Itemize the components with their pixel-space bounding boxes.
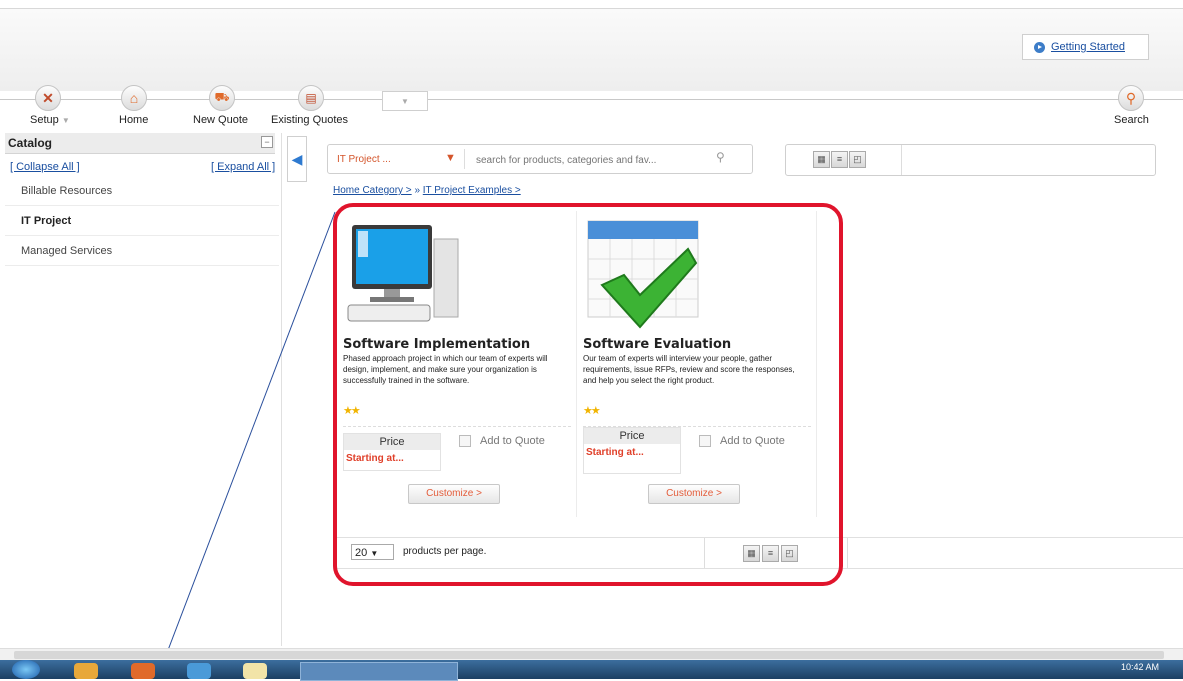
header-bar bbox=[0, 8, 1183, 91]
folder-icon[interactable] bbox=[243, 663, 267, 679]
product-title[interactable]: Software Implementation bbox=[343, 337, 530, 352]
existing-quotes-button[interactable]: ▤ bbox=[298, 85, 324, 111]
category-select[interactable]: IT Project ... bbox=[337, 154, 391, 165]
pager-divider bbox=[704, 538, 705, 568]
product-description: Phased approach project in which our tea… bbox=[343, 354, 548, 385]
collapse-sidebar-button[interactable]: ◀ bbox=[287, 136, 307, 182]
price-label: Price bbox=[584, 428, 680, 444]
price-value: Starting at... bbox=[346, 453, 404, 464]
computer-icon bbox=[347, 225, 459, 322]
view-toolbar: ▦ ≡ ◰ bbox=[785, 144, 1156, 176]
compare-view-icon[interactable]: ◰ bbox=[849, 151, 866, 168]
per-page-select[interactable]: 20 ▼ bbox=[351, 544, 394, 560]
breadcrumb: Home Category > » IT Project Examples > bbox=[333, 185, 521, 196]
start-button-icon[interactable] bbox=[12, 660, 40, 679]
calendar-check-icon bbox=[587, 220, 699, 329]
getting-started-link[interactable]: Getting Started bbox=[1022, 34, 1149, 60]
add-to-quote-checkbox[interactable]: Add to Quote bbox=[699, 435, 785, 447]
checkbox-icon[interactable] bbox=[699, 435, 711, 447]
grid-view-icon[interactable]: ▦ bbox=[813, 151, 830, 168]
existing-quotes-label[interactable]: Existing Quotes bbox=[271, 114, 348, 126]
minimize-icon[interactable]: − bbox=[261, 136, 273, 148]
play-icon bbox=[1034, 41, 1045, 53]
getting-started-label[interactable]: Getting Started bbox=[1051, 41, 1125, 53]
clock[interactable]: 10:42 AM bbox=[1121, 662, 1159, 672]
breadcrumb-home[interactable]: Home Category > bbox=[333, 185, 412, 196]
view-toolbar-divider bbox=[901, 145, 902, 175]
search-input[interactable] bbox=[474, 152, 708, 168]
search-label[interactable]: Search bbox=[1114, 114, 1149, 126]
sidebar-item-managed-services[interactable]: Managed Services bbox=[5, 237, 279, 266]
home-icon: ⌂ bbox=[121, 85, 147, 111]
list-view-icon[interactable]: ≡ bbox=[831, 151, 848, 168]
pager-divider bbox=[847, 538, 848, 568]
search-button[interactable]: ⚲ bbox=[1118, 85, 1144, 111]
customize-button[interactable]: Customize > bbox=[648, 484, 740, 504]
price-value: Starting at... bbox=[586, 447, 644, 458]
compare-view-icon[interactable]: ◰ bbox=[781, 545, 798, 562]
per-page-label: products per page. bbox=[403, 546, 487, 557]
wrench-icon: ✕ bbox=[35, 85, 61, 111]
firefox-icon[interactable] bbox=[131, 663, 155, 679]
toolbar-dropdown[interactable]: ▼ bbox=[382, 91, 428, 111]
product-card: Software Evaluation Our team of experts … bbox=[578, 211, 817, 517]
price-box: Price Starting at... bbox=[343, 433, 441, 471]
customize-button[interactable]: Customize > bbox=[408, 484, 500, 504]
cart-icon: ⛟ bbox=[209, 85, 235, 111]
quotes-icon: ▤ bbox=[298, 85, 324, 111]
setup-label[interactable]: Setup ▼ bbox=[30, 114, 70, 126]
price-box: Price Starting at... bbox=[583, 427, 681, 474]
sidebar-item-it-project[interactable]: IT Project bbox=[5, 207, 279, 236]
pager-bar: 20 ▼ products per page. ▦ ≡ ◰ bbox=[333, 537, 1183, 569]
catalog-header: Catalog − bbox=[5, 133, 275, 154]
collapse-all-link[interactable]: [ Collapse All ] bbox=[10, 161, 80, 173]
catalog-sidebar: Catalog − [ Collapse All ] [ Expand All … bbox=[5, 133, 282, 646]
add-to-quote-checkbox[interactable]: Add to Quote bbox=[459, 435, 545, 447]
explorer-icon[interactable] bbox=[74, 663, 98, 679]
setup-button[interactable]: ✕ bbox=[35, 85, 61, 111]
rating-stars-icon: ★★ bbox=[343, 405, 361, 417]
grid-view-icon[interactable]: ▦ bbox=[743, 545, 760, 562]
catalog-title: Catalog bbox=[8, 136, 53, 150]
taskbar: 10:42 AM bbox=[0, 660, 1183, 681]
chevron-left-icon: ◀ bbox=[291, 150, 303, 167]
card-divider bbox=[343, 426, 571, 427]
search-divider bbox=[464, 149, 465, 169]
price-label: Price bbox=[344, 434, 440, 450]
taskbar-window-button[interactable] bbox=[300, 662, 458, 681]
internet-explorer-icon[interactable] bbox=[187, 663, 211, 679]
breadcrumb-separator: » bbox=[414, 185, 420, 196]
product-title[interactable]: Software Evaluation bbox=[583, 337, 731, 352]
search-icon: ⚲ bbox=[1118, 85, 1144, 111]
expand-all-link[interactable]: [ Expand All ] bbox=[211, 161, 275, 173]
search-magnifier-icon[interactable]: ⚲ bbox=[716, 150, 725, 164]
new-quote-button[interactable]: ⛟ bbox=[209, 85, 235, 111]
home-label[interactable]: Home bbox=[119, 114, 148, 126]
add-to-quote-label: Add to Quote bbox=[720, 435, 785, 447]
product-description: Our team of experts will interview your … bbox=[583, 354, 795, 385]
chevron-down-icon: ▼ bbox=[370, 549, 379, 558]
per-page-value: 20 bbox=[355, 547, 368, 559]
chevron-down-icon[interactable]: ▼ bbox=[445, 152, 456, 164]
sidebar-item-billable-resources[interactable]: Billable Resources bbox=[5, 177, 279, 206]
home-button[interactable]: ⌂ bbox=[121, 85, 147, 111]
search-bar: IT Project ... ▼ ⚲ bbox=[327, 144, 753, 174]
toolbar-divider bbox=[0, 99, 1183, 100]
add-to-quote-label: Add to Quote bbox=[480, 435, 545, 447]
list-view-icon[interactable]: ≡ bbox=[762, 545, 779, 562]
rating-stars-icon: ★★ bbox=[583, 405, 601, 417]
setup-dropdown-arrow[interactable]: ▼ bbox=[62, 116, 70, 125]
scrollbar-thumb[interactable] bbox=[14, 651, 1164, 659]
product-card: Software Implementation Phased approach … bbox=[338, 211, 577, 517]
checkbox-icon[interactable] bbox=[459, 435, 471, 447]
new-quote-label[interactable]: New Quote bbox=[193, 114, 248, 126]
breadcrumb-it-project-examples[interactable]: IT Project Examples > bbox=[423, 185, 521, 196]
